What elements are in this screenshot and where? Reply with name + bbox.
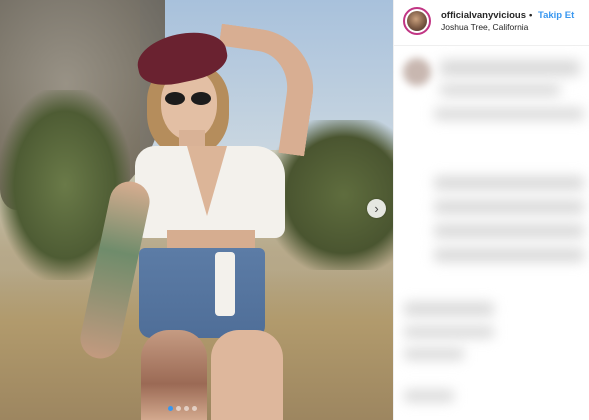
- blurred-comment: [434, 176, 584, 190]
- blurred-comment: [434, 224, 584, 238]
- carousel-dot: [184, 406, 189, 411]
- avatar[interactable]: [403, 7, 431, 35]
- carousel-dot: [192, 406, 197, 411]
- blurred-comment: [404, 302, 494, 316]
- blurred-comment: [404, 390, 454, 402]
- photo-subject: [76, 23, 321, 420]
- location-link[interactable]: Joshua Tree, California: [441, 22, 528, 32]
- post-side-panel: officialvanyvicious • Takip Et Joshua Tr…: [393, 0, 589, 420]
- blurred-comment: [440, 60, 580, 76]
- carousel-dot: [176, 406, 181, 411]
- denim-shorts: [139, 248, 265, 338]
- follow-button[interactable]: Takip Et: [538, 10, 574, 21]
- carousel-indicator: [168, 406, 197, 411]
- blurred-comment: [434, 248, 584, 262]
- carousel-dot: [168, 406, 173, 411]
- username-link[interactable]: officialvanyvicious: [441, 10, 526, 21]
- chevron-right-icon: ›: [374, 201, 379, 216]
- blurred-comment: [434, 200, 584, 214]
- blurred-comment: [404, 348, 464, 360]
- blurred-comment: [404, 326, 494, 338]
- blurred-comment: [434, 108, 584, 120]
- post-photo[interactable]: ›: [0, 0, 393, 420]
- carousel-next-button[interactable]: ›: [367, 199, 386, 218]
- separator-dot: •: [529, 10, 533, 21]
- sunglasses: [165, 92, 213, 106]
- blurred-avatar: [403, 58, 431, 86]
- blurred-comment: [440, 84, 560, 96]
- post-header: officialvanyvicious • Takip Et Joshua Tr…: [394, 0, 589, 46]
